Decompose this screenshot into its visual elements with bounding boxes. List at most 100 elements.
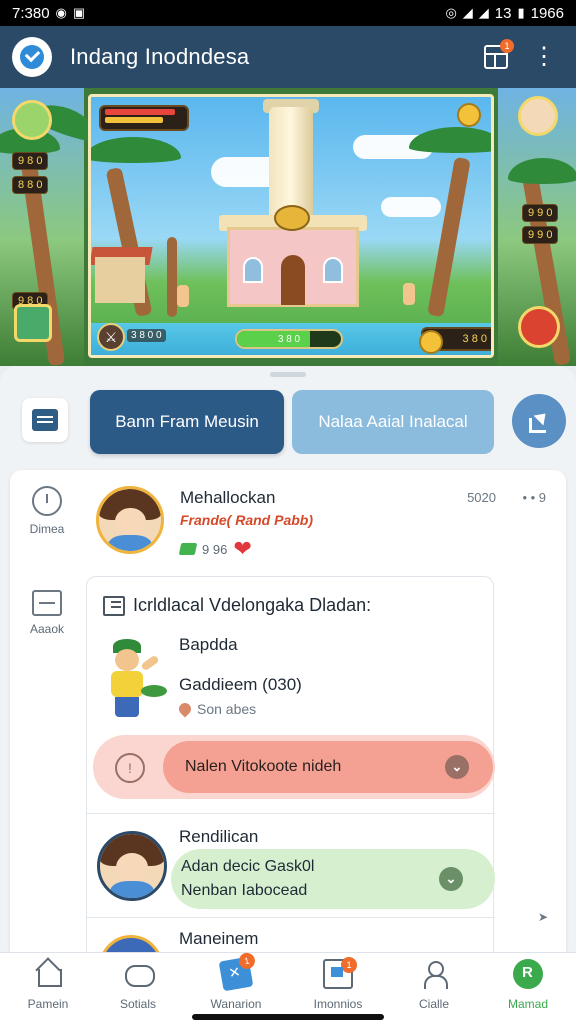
battery-icon: ▮ — [517, 5, 525, 20]
coin-counter[interactable]: 3 8 0 — [419, 327, 491, 354]
secondary-action-button[interactable]: Nalaa Aaial Inalacal — [292, 390, 494, 454]
energy-progress-label: 3 8 0 — [277, 333, 301, 345]
action-row: Bann Fram Meusin Nalaa Aaial Inalacal — [0, 390, 576, 454]
nav-item-mamad[interactable]: Mamad — [480, 959, 576, 1019]
pet-icon[interactable] — [14, 304, 52, 342]
reply-item[interactable]: Rendilican Adan decic Gask0l Nenban Iabo… — [87, 813, 495, 909]
home-indicator[interactable] — [192, 1014, 384, 1020]
side-rail: Dimea Aaaok — [10, 470, 84, 952]
drag-handle[interactable] — [270, 372, 306, 377]
map-icon: 1 — [218, 951, 257, 992]
card-icon — [32, 590, 62, 616]
quest-location: Son abes — [176, 700, 257, 718]
quest-location-text: Son abes — [197, 701, 257, 717]
author-avatar[interactable] — [96, 486, 164, 554]
post-author[interactable]: Mehallockan — [180, 488, 275, 508]
primary-action-button[interactable]: Bann Fram Meusin — [90, 390, 284, 454]
next-author[interactable]: Maneinem — [179, 929, 258, 949]
quest-alert-pill[interactable]: Nalen Vitokoote nideh ⌄ — [163, 741, 493, 793]
status-right: ◎ ◢ ◢ 13 ▮ 1966 — [445, 5, 564, 22]
chevron-down-icon[interactable]: ⌄ — [439, 867, 463, 891]
treasure-chest-icon[interactable] — [518, 306, 560, 348]
cash-icon — [178, 543, 198, 555]
reply-avatar[interactable] — [97, 831, 167, 901]
image-icon: ▣ — [72, 5, 86, 20]
nav-item-social[interactable]: Sotials — [90, 959, 186, 1019]
share-button[interactable] — [512, 394, 566, 448]
next-item[interactable]: Maneinem — [87, 921, 495, 952]
inbox-badge: 1 — [341, 957, 357, 973]
status-signal-text: 13 — [494, 4, 512, 22]
nav-item-profile-label: Cialle — [418, 997, 449, 1011]
nav-item-profile[interactable]: Cialle — [386, 959, 482, 1019]
home-icon — [33, 959, 63, 989]
nav-item-inbox[interactable]: 1 Imonnios — [290, 957, 386, 1019]
game-side-left[interactable]: 9 8 0 8 8 0 9 8 0 — [0, 88, 103, 366]
feed-card: Dimea Aaaok Mehallockan Frande( Rand Pab… — [10, 470, 566, 952]
document-icon — [103, 595, 125, 616]
nav-item-mamad-label: Mamad — [507, 997, 548, 1011]
person-icon — [419, 959, 449, 989]
player-avatar-icon[interactable] — [518, 96, 558, 136]
scroll-arrow-icon[interactable]: ➤ — [538, 910, 548, 924]
gold-coin-icon[interactable] — [457, 103, 481, 127]
health-bar — [99, 105, 189, 131]
reply-bubble[interactable]: Adan decic Gask0l Nenban Iabocead ⌄ — [171, 849, 495, 909]
quest-character-image — [105, 639, 167, 721]
tabs-badge: 1 — [500, 39, 514, 53]
status-left: 7:380 ◉ ▣ — [12, 5, 85, 22]
right-stat-badge-1: 9 9 0 — [522, 204, 559, 222]
post-time: 5020 — [467, 490, 496, 505]
quest-title-row: Icrldlacal Vdelongaka Dladan: — [103, 595, 371, 616]
app-logo-icon[interactable] — [12, 37, 52, 77]
divider — [87, 917, 495, 918]
nav-item-map-label: Wanarion — [210, 997, 262, 1011]
next-avatar[interactable] — [99, 935, 163, 952]
rail-item-account[interactable]: Aaaok — [10, 590, 84, 636]
post-stats: 9 96 ❤ — [178, 538, 252, 560]
chevron-down-icon[interactable]: ⌄ — [445, 755, 469, 779]
rail-item-recent[interactable]: Dimea — [10, 486, 84, 536]
notification-icon: ◉ — [55, 5, 67, 20]
status-time: 7:380 — [12, 4, 50, 22]
nav-item-home[interactable]: Pamein — [0, 959, 96, 1019]
tabs-button[interactable]: 1 — [476, 37, 516, 77]
nav-item-map[interactable]: 1 Wanarion — [188, 951, 284, 1019]
clock-icon — [32, 486, 62, 516]
location-pin-icon — [176, 700, 194, 718]
quest-alert-row[interactable]: ! Nalen Vitokoote nideh ⌄ — [93, 735, 495, 799]
quest-card: Icrldlacal Vdelongaka Dladan: Bapdda Gad… — [86, 576, 495, 952]
sword-icon[interactable]: ⚔ — [97, 323, 125, 351]
quest-name: Bapdda — [179, 635, 238, 654]
nav-item-inbox-label: Imonnios — [313, 997, 363, 1011]
nav-item-social-label: Sotials — [119, 997, 157, 1011]
game-banner[interactable]: 9 8 0 8 8 0 9 8 0 ⚔ 3 8 0 0 3 8 0 3 8 0 … — [0, 88, 576, 366]
energy-progress: 3 8 0 — [235, 329, 343, 349]
heart-icon[interactable]: ❤ — [233, 538, 251, 560]
rail-item-recent-label: Dimea — [29, 522, 65, 536]
app-badge-icon — [513, 959, 543, 989]
more-button[interactable]: ⋮ — [524, 37, 564, 77]
post-subtitle: Frande( Rand Pabb) — [180, 512, 314, 528]
post-header[interactable]: Mehallockan Frande( Rand Pabb) 9 96 ❤ 50… — [94, 482, 558, 566]
chat-icon — [123, 959, 155, 989]
status-bar: 7:380 ◉ ▣ ◎ ◢ ◢ 13 ▮ 1966 — [0, 0, 576, 26]
share-icon — [529, 412, 549, 433]
game-side-right[interactable]: 9 9 0 9 9 0 — [498, 88, 576, 366]
status-battery-text: 1966 — [530, 4, 564, 22]
reply-author[interactable]: Rendilican — [179, 827, 258, 847]
guild-emblem-icon — [274, 205, 310, 231]
left-stat-badge-2: 8 8 0 — [12, 176, 49, 194]
app-bar: Indang Inodndesa 1 ⋮ — [0, 26, 576, 88]
map-badge: 1 — [237, 951, 257, 971]
quest-meta: Gaddieem (030) — [179, 675, 302, 694]
list-button[interactable] — [22, 398, 68, 442]
game-scene[interactable]: ⚔ 3 8 0 0 3 8 0 3 8 0 — [88, 94, 494, 358]
daily-reward-icon[interactable] — [12, 100, 52, 140]
cash-amount: 9 96 — [202, 541, 228, 557]
quest-alert-text: Nalen Vitokoote nideh — [185, 758, 342, 775]
info-icon: ! — [115, 753, 145, 783]
post-more-button[interactable]: • • 9 — [522, 490, 546, 505]
right-stat-badge-2: 9 9 0 — [522, 226, 559, 244]
more-vert-icon: ⋮ — [532, 43, 556, 70]
